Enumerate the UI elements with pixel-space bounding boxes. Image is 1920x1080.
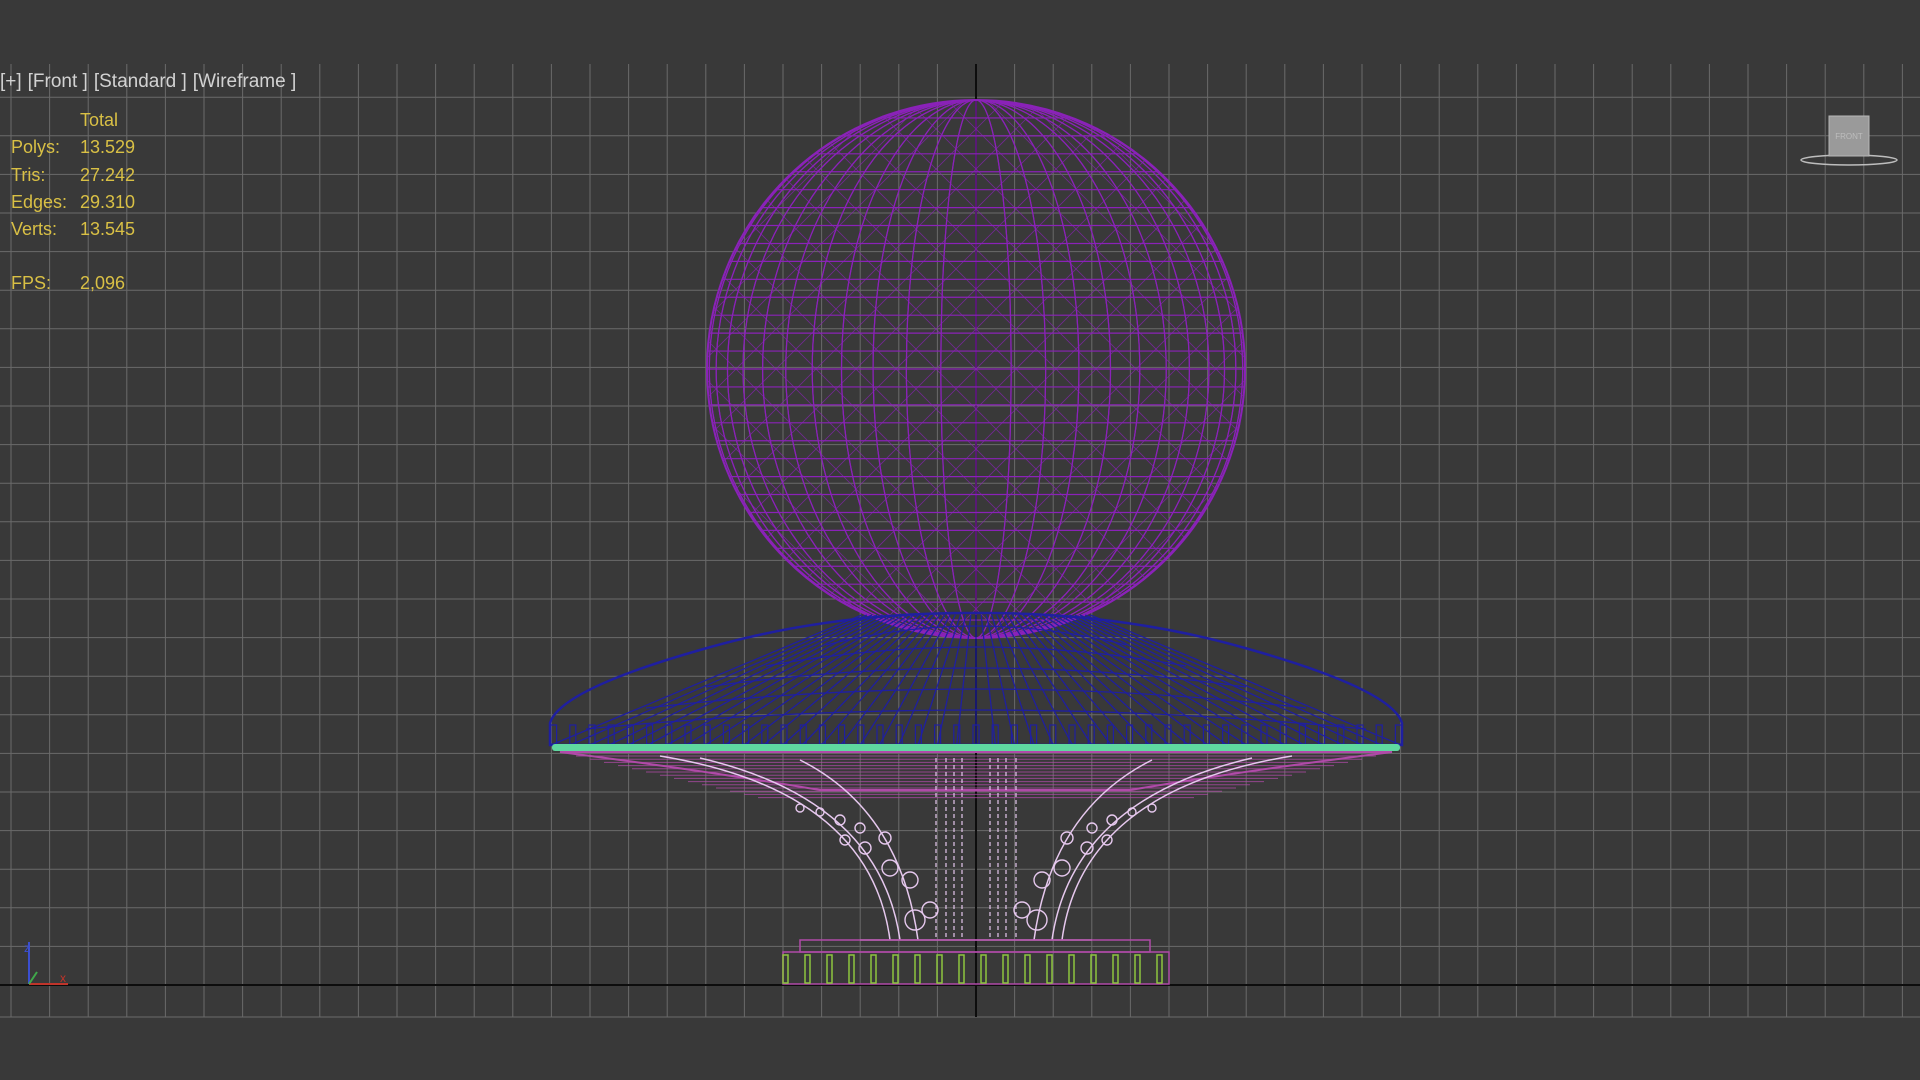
viewport-shading-standard[interactable]: [Standard ] (94, 71, 187, 93)
stats-fps-row: FPS: 2,096 (11, 270, 170, 297)
svg-text:x: x (60, 971, 66, 985)
viewport-label-bar: [+] [Front ] [Standard ] [Wireframe ] (0, 71, 296, 93)
stats-verts-row: Verts: 13.545 (11, 216, 170, 243)
canopy-dome (548, 611, 1404, 747)
stats-tris-row: Tris: 27.242 (11, 162, 170, 189)
viewport-scene[interactable]: z x (0, 0, 1920, 1080)
canopy-rim (552, 744, 1400, 751)
stats-fps-value: 2,096 (80, 273, 126, 294)
stats-fps-label: FPS: (11, 273, 52, 294)
stats-edges-value: 29.310 (80, 191, 136, 212)
statistics-overlay: Total Polys: 13.529 Tris: 27.242 Edges: … (11, 107, 170, 298)
stats-verts-value: 13.545 (80, 219, 136, 240)
viewcube-face-label: FRONT (1835, 132, 1863, 141)
viewcube[interactable]: FRONT (1797, 114, 1901, 174)
viewport-view-label[interactable]: [Front ] (28, 71, 88, 93)
stats-tris-value: 27.242 (80, 164, 136, 185)
axis-tripod: z x (24, 941, 68, 985)
stats-polys-row: Polys: 13.529 (11, 134, 170, 161)
stats-verts-label: Verts: (11, 219, 58, 240)
stats-polys-label: Polys: (11, 137, 61, 158)
stats-edges-label: Edges: (11, 191, 68, 212)
viewport-grid (0, 64, 1920, 1018)
stats-tris-label: Tris: (11, 164, 46, 185)
front-viewport[interactable]: z x [+] [Front ] [Standard ] [Wireframe … (0, 0, 1920, 1080)
stats-header: Total (80, 110, 119, 130)
viewport-shading-wireframe[interactable]: [Wireframe ] (193, 71, 296, 93)
viewport-menu-plus[interactable]: [+] (0, 71, 22, 93)
canopy-underside (559, 751, 1393, 799)
stats-edges-row: Edges: 29.310 (11, 189, 170, 216)
wireframe-sphere (706, 99, 1246, 639)
svg-text:z: z (24, 941, 30, 955)
stats-polys-value: 13.529 (80, 137, 136, 158)
